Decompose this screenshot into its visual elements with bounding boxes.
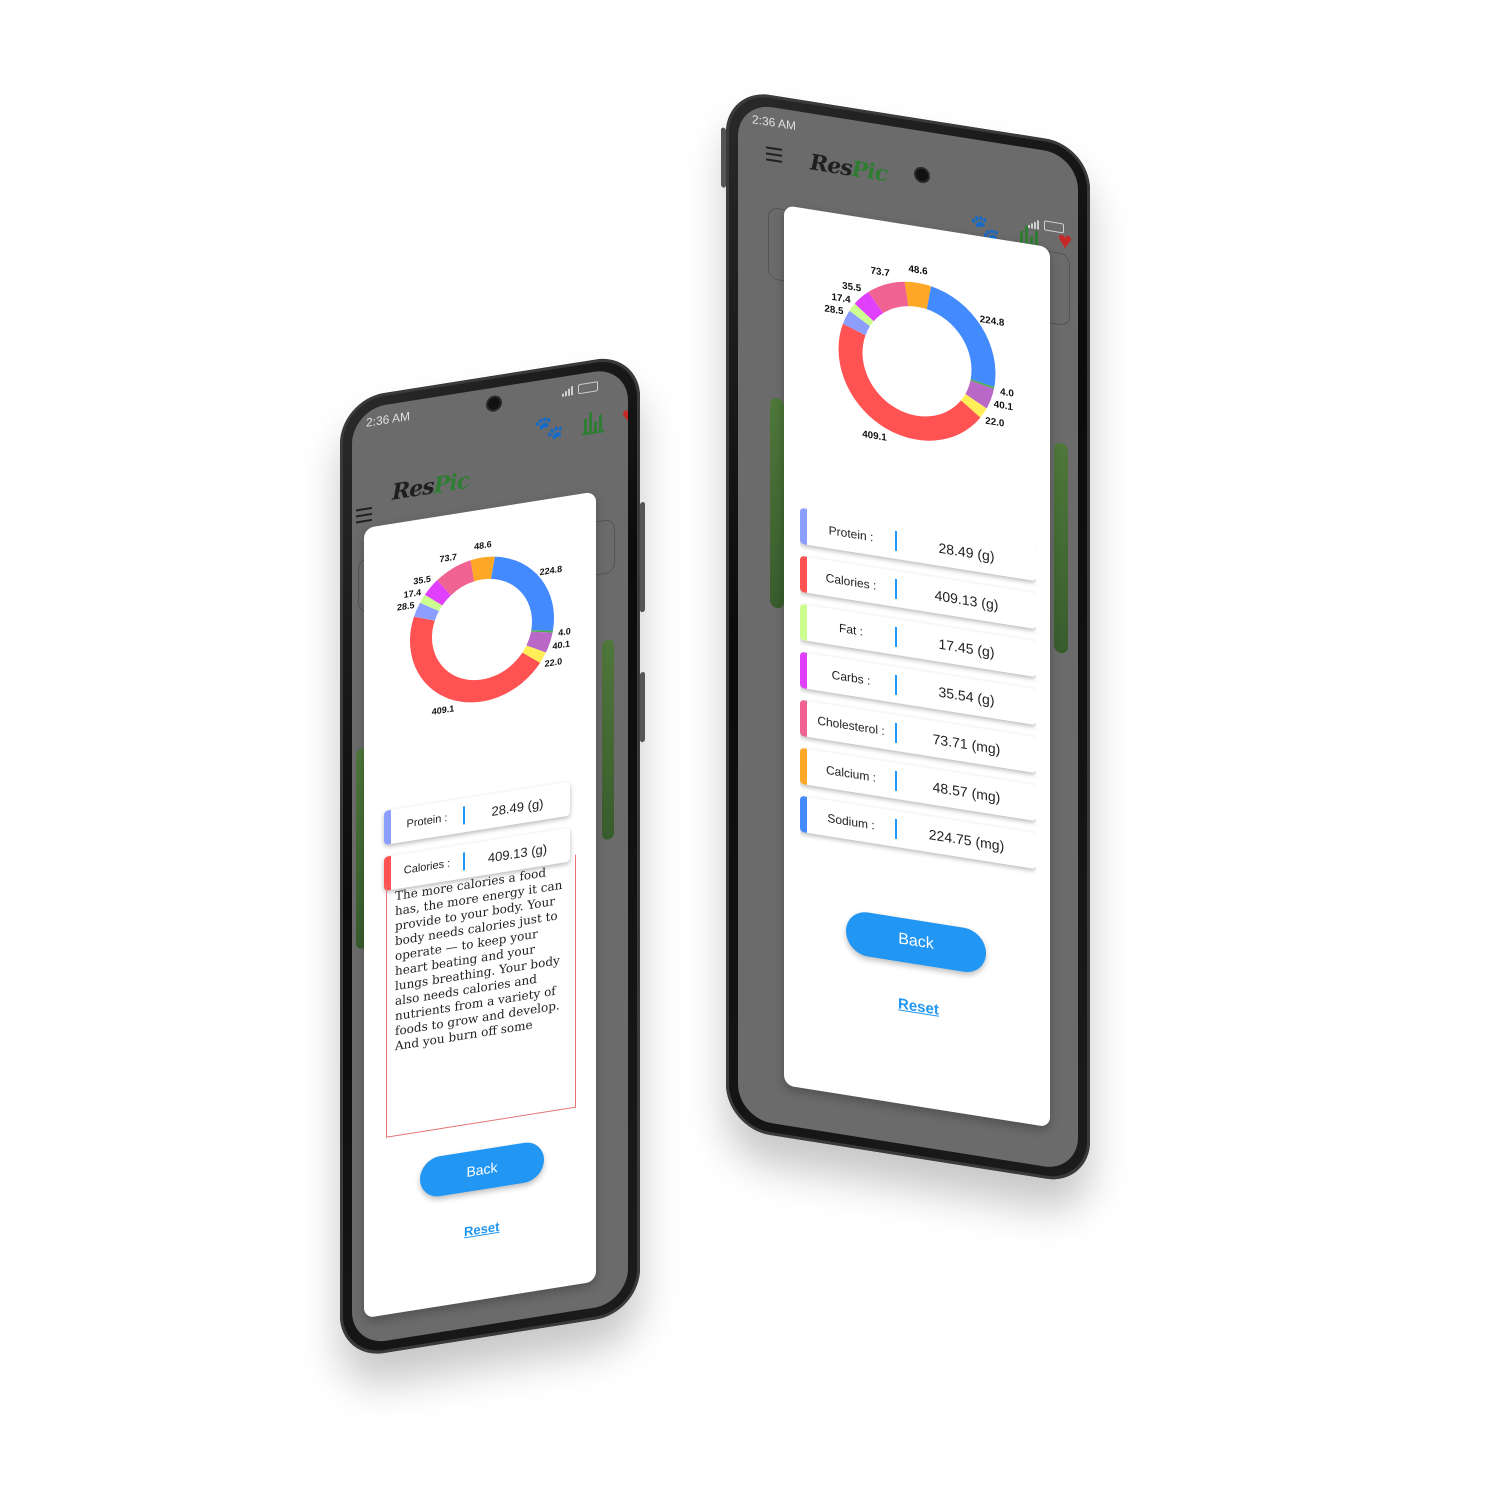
signal-icon <box>562 386 573 397</box>
reset-link[interactable]: Reset <box>898 995 939 1018</box>
screen-left: 2:36 AM 🐾 ♥ ResPic 224.8 4.0 40.1 22.0 409.1… <box>352 366 628 1347</box>
donut-slice <box>926 286 996 387</box>
food-image-background <box>1054 441 1068 655</box>
description-text: The more calories a food has, the more e… <box>395 865 563 1054</box>
donut-value-label: 35.5 <box>842 281 862 295</box>
bar-chart-icon[interactable] <box>581 408 604 436</box>
nutrient-label: Cholesterol : <box>817 713 885 739</box>
donut-value-label: 22.0 <box>985 416 1005 430</box>
calorie-description: The more calories a food has, the more e… <box>386 854 576 1138</box>
hamburger-icon[interactable] <box>356 506 372 528</box>
back-button[interactable]: Back <box>420 1139 544 1200</box>
nutrient-value: 35.54 (g) <box>938 683 995 709</box>
donut-value-label: 17.4 <box>832 292 852 306</box>
nutrient-label: Sodium : <box>827 811 875 833</box>
nutrient-label: Protein : <box>406 811 448 831</box>
donut-value-label: 409.1 <box>862 429 887 444</box>
donut-value-label: 40.1 <box>552 639 569 652</box>
nutrient-value: 224.75 (mg) <box>928 826 1005 855</box>
status-time: 2:36 AM <box>752 112 797 134</box>
nutrient-value: 28.49 (g) <box>938 539 995 565</box>
donut-value-label: 35.5 <box>413 574 430 587</box>
app-logo: ResPic <box>810 149 887 188</box>
donut-value-label: 48.6 <box>908 264 928 278</box>
side-button <box>640 671 645 743</box>
donut-value-label: 409.1 <box>432 703 454 717</box>
toolbar: 🐾 ♥ <box>534 401 628 445</box>
phone-right: 2:36 AM ResPic 🐾 ♥ 224.8 4.0 40.1 22.0 409.1… <box>721 88 1090 1186</box>
nutrient-value: 48.57 (mg) <box>932 778 1001 806</box>
nutrient-color-bar <box>800 651 807 689</box>
donut-value-label: 73.7 <box>439 552 456 565</box>
donut-value-label: 28.5 <box>397 600 414 613</box>
nutrition-modal: 224.8 4.0 40.1 22.0 409.1 28.5 17.4 35.5 73.7 48.… <box>784 205 1050 1128</box>
donut-slice <box>490 556 554 631</box>
donut-value-label: 48.6 <box>474 539 491 552</box>
nutrient-list: Protein : 28.49 (g) Calories : 409.13 (g) Fa… <box>800 507 1036 895</box>
donut-value-label: 224.8 <box>540 564 563 578</box>
nutrient-color-bar <box>800 699 807 737</box>
donut-value-label: 40.1 <box>994 399 1014 413</box>
status-icons <box>562 381 598 397</box>
nutrition-modal: 224.8 4.0 40.1 22.0 409.1 28.5 17.4 35.5 73.7 48.… <box>364 491 596 1319</box>
nutrient-label: Carbs : <box>831 667 871 688</box>
heart-icon[interactable]: ♥ <box>1058 227 1072 256</box>
food-image-background <box>602 638 614 841</box>
nutrition-donut-chart: 224.8 4.040.1 22.0 409.1 28.517.435.5 73.7 48.… <box>397 539 571 717</box>
donut-slice <box>838 323 981 441</box>
hamburger-icon[interactable] <box>766 146 782 167</box>
nutrient-color-bar <box>384 809 391 846</box>
donut-value-label: 17.4 <box>404 587 422 600</box>
heart-icon[interactable]: ♥ <box>622 401 628 430</box>
camera-cutout <box>488 396 500 411</box>
nutrient-color-bar <box>800 603 807 641</box>
nutrient-value: 17.45 (g) <box>938 635 995 661</box>
donut-value-label: 4.0 <box>1000 387 1014 400</box>
reset-link[interactable]: Reset <box>464 1219 499 1240</box>
nutrient-color-bar <box>800 795 807 833</box>
nutrient-color-bar <box>800 747 807 785</box>
donut-value-label: 4.0 <box>558 626 571 638</box>
battery-icon <box>578 381 598 395</box>
back-button[interactable]: Back <box>846 909 986 976</box>
nutrient-value: 28.49 (g) <box>491 795 544 819</box>
paw-icon[interactable]: 🐾 <box>534 413 564 445</box>
nutrient-value: 409.13 (g) <box>934 587 999 614</box>
donut-value-label: 22.0 <box>545 656 563 669</box>
phone-left: 2:36 AM 🐾 ♥ ResPic 224.8 4.0 40.1 22.0 409.1… <box>340 352 645 1360</box>
food-image-background <box>770 396 784 610</box>
nutrient-color-bar <box>800 555 807 593</box>
donut-value-label: 224.8 <box>980 314 1005 329</box>
nutrient-color-bar <box>800 507 807 545</box>
donut-value-label: 73.7 <box>871 265 891 279</box>
nutrition-donut-chart: 224.8 4.040.1 22.0 409.1 28.517.435.5 73.7 48.… <box>824 264 1014 444</box>
side-button <box>721 127 726 188</box>
nutrient-label: Protein : <box>828 523 874 545</box>
camera-cutout <box>916 168 928 182</box>
nutrient-label: Calories : <box>825 570 877 593</box>
donut-value-label: 28.5 <box>824 303 844 317</box>
app-logo: ResPic <box>392 467 469 506</box>
nutrient-label: Fat : <box>838 620 863 639</box>
nutrient-label: Calcium : <box>825 762 876 785</box>
donut-slice <box>904 281 932 310</box>
nutrient-value: 73.71 (mg) <box>932 730 1001 758</box>
screen-right: 2:36 AM ResPic 🐾 ♥ 224.8 4.0 40.1 22.0 409.1… <box>738 101 1078 1172</box>
side-button <box>640 501 645 613</box>
status-time: 2:36 AM <box>366 408 411 430</box>
